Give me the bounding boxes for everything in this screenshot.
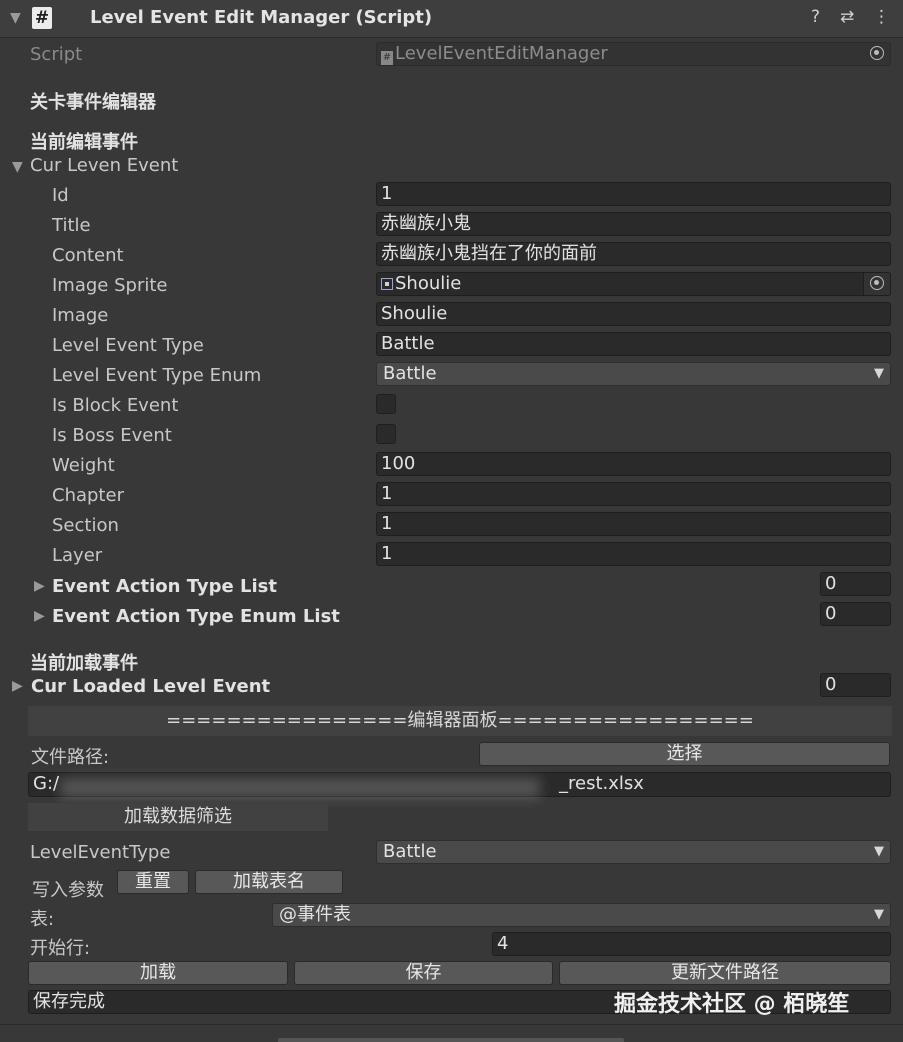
level-event-type-field[interactable]: Battle [376,332,891,356]
section-field[interactable]: 1 [376,512,891,536]
save-button[interactable]: 保存 [294,961,553,985]
banner-text: ================编辑器面板================= [166,710,754,731]
id-label: Id [52,185,69,206]
action-type-list-fold-icon[interactable]: ▶ [34,578,45,594]
cur-event-label[interactable]: Cur Leven Event [30,155,178,176]
level-event-type-label: Level Event Type [52,335,204,356]
filter-type-dropdown[interactable]: Battle ▼ [376,840,891,864]
chapter-field[interactable]: 1 [376,482,891,506]
title-label: Title [52,215,91,236]
content-field[interactable]: 赤幽族小鬼挡在了你的面前 [376,242,891,266]
chevron-down-icon: ▼ [874,844,884,859]
image-sprite-field[interactable]: Shoulie [376,272,891,296]
cur-loaded-label[interactable]: Cur Loaded Level Event [31,676,270,697]
collapse-arrow-icon[interactable]: ▼ [10,10,21,26]
script-label: Script [30,44,83,65]
load-sheet-button[interactable]: 加载表名 [195,870,343,894]
current-loaded-title: 当前加载事件 [30,653,138,674]
load-button[interactable]: 加载 [28,961,288,985]
add-component-button[interactable] [278,1038,624,1042]
action-type-enum-list-label[interactable]: Event Action Type Enum List [52,606,340,627]
chevron-down-icon: ▼ [874,907,884,922]
image-label: Image [52,305,109,326]
presets-icon[interactable]: ⇄ [840,7,854,27]
layer-label: Layer [52,545,103,566]
redacted-path [60,778,540,798]
file-path-tail: _rest.xlsx [559,773,644,794]
image-sprite-value: Shoulie [395,273,462,294]
level-event-type-enum-value: Battle [383,363,437,384]
level-event-type-enum-label: Level Event Type Enum [52,365,262,386]
script-value: LevelEventEditManager [395,43,608,64]
content-label: Content [52,245,124,266]
editor-title: 关卡事件编辑器 [30,92,156,113]
load-filter-button[interactable]: 加载数据筛选 [28,803,328,831]
cur-loaded-count[interactable]: 0 [820,673,891,697]
sheet-label: 表: [30,909,55,930]
id-field[interactable]: 1 [376,182,891,206]
current-edit-title: 当前编辑事件 [30,132,138,153]
filter-type-label: LevelEventType [30,842,171,863]
component-title: Level Event Edit Manager (Script) [90,7,433,28]
write-params-label: 写入参数 [32,880,104,901]
script-hash-icon: # [32,7,52,29]
editor-panel-banner: ================编辑器面板================= [28,706,892,736]
status-text: 保存完成 [33,991,105,1012]
action-type-enum-list-fold-icon[interactable]: ▶ [34,608,45,624]
section-label: Section [52,515,119,536]
is-boss-event-checkbox[interactable] [376,424,396,444]
cur-event-fold-icon[interactable]: ▼ [12,159,23,175]
chapter-label: Chapter [52,485,124,506]
more-options-icon[interactable]: ⋮ [873,7,890,27]
action-type-list-label[interactable]: Event Action Type List [52,576,277,597]
is-block-event-checkbox[interactable] [376,394,396,414]
sprite-icon [381,278,393,290]
component-header: ▼ # Level Event Edit Manager (Script) ? … [0,0,903,38]
file-path-value: G:/ [33,773,60,794]
watermark: 掘金技术社区 @ 栢晓笙 [614,992,850,1017]
script-file-icon: # [381,51,393,65]
sheet-dropdown[interactable]: @事件表 ▼ [272,903,891,927]
is-boss-event-label: Is Boss Event [52,425,172,446]
file-path-label: 文件路径: [31,747,110,768]
cur-loaded-fold-icon[interactable]: ▶ [12,678,23,694]
start-row-field[interactable]: 4 [492,932,891,956]
title-field[interactable]: 赤幽族小鬼 [376,212,891,236]
weight-label: Weight [52,455,115,476]
script-field: # LevelEventEditManager [376,42,891,66]
sprite-picker-icon[interactable] [870,276,884,290]
is-block-event-label: Is Block Event [52,395,179,416]
update-path-button[interactable]: 更新文件路径 [559,961,891,985]
image-field[interactable]: Shoulie [376,302,891,326]
divider [0,1024,903,1025]
select-button[interactable]: 选择 [479,742,890,766]
object-picker-icon[interactable] [870,46,884,60]
weight-field[interactable]: 100 [376,452,891,476]
help-icon[interactable]: ? [811,7,820,27]
sheet-value: @事件表 [279,904,351,925]
chevron-down-icon: ▼ [874,366,884,381]
filter-type-value: Battle [383,841,437,862]
action-type-enum-list-count[interactable]: 0 [820,602,891,626]
action-type-list-count[interactable]: 0 [820,572,891,596]
level-event-type-enum-dropdown[interactable]: Battle ▼ [376,362,891,386]
image-sprite-label: Image Sprite [52,275,168,296]
layer-field[interactable]: 1 [376,542,891,566]
reset-button[interactable]: 重置 [117,870,189,894]
start-row-label: 开始行: [30,938,91,959]
